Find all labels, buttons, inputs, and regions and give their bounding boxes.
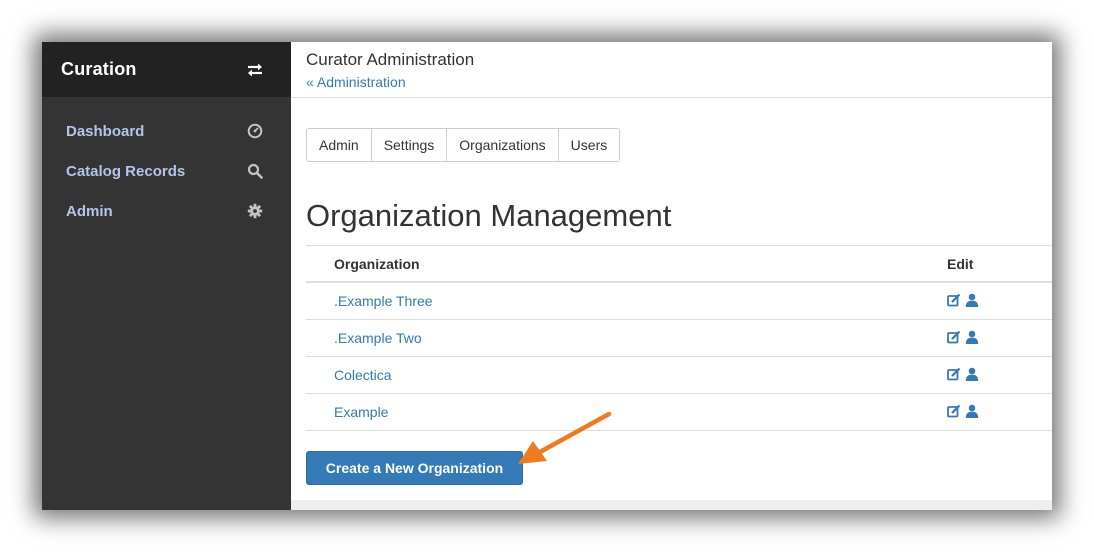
edit-icon[interactable]	[947, 367, 961, 381]
sidebar-nav: Dashboard Catalog Records Admin	[42, 97, 291, 231]
tab-admin[interactable]: Admin	[307, 129, 371, 161]
tab-users[interactable]: Users	[557, 129, 620, 161]
sidebar-item-catalog-records[interactable]: Catalog Records	[42, 151, 291, 191]
user-icon[interactable]	[965, 367, 979, 381]
header-title: Curator Administration	[306, 50, 475, 69]
row-actions	[947, 367, 979, 381]
organization-link[interactable]: .Example Three	[334, 293, 433, 309]
table-row: Example	[306, 394, 1052, 431]
edit-icon[interactable]	[947, 404, 961, 418]
search-icon	[247, 163, 263, 179]
dashboard-icon	[247, 123, 263, 139]
table-row: Colectica	[306, 357, 1052, 394]
row-actions	[947, 330, 979, 344]
footer-strip	[291, 500, 1052, 510]
organization-link[interactable]: Example	[334, 404, 388, 420]
sidebar-item-label: Dashboard	[66, 122, 145, 140]
table-row: .Example Three	[306, 283, 1052, 320]
brand-title: Curation	[61, 59, 137, 79]
edit-icon[interactable]	[947, 293, 961, 307]
table-header: Organization Edit	[306, 245, 1052, 283]
user-icon[interactable]	[965, 330, 979, 344]
tab-organizations[interactable]: Organizations	[446, 129, 558, 161]
page-title: Organization Management	[306, 198, 672, 233]
edit-icon[interactable]	[947, 330, 961, 344]
breadcrumb-administration[interactable]: « Administration	[306, 74, 406, 90]
tab-settings[interactable]: Settings	[370, 129, 447, 161]
sidebar-brand: Curation	[42, 42, 291, 97]
main-content: Curator Administration « Administration …	[291, 42, 1052, 510]
row-actions	[947, 404, 979, 418]
row-actions	[947, 293, 979, 307]
user-icon[interactable]	[965, 404, 979, 418]
sidebar-item-admin[interactable]: Admin	[42, 191, 291, 231]
sidebar-item-label: Catalog Records	[66, 162, 186, 180]
sidebar-item-dashboard[interactable]: Dashboard	[42, 111, 291, 151]
sidebar-item-label: Admin	[66, 202, 113, 220]
organization-link[interactable]: .Example Two	[334, 330, 422, 346]
create-organization-button[interactable]: Create a New Organization	[306, 451, 523, 485]
sidebar: Curation Dashboard Catalog Records Admin	[42, 42, 291, 510]
page-header: Curator Administration « Administration	[291, 42, 1052, 98]
column-header-organization: Organization	[334, 255, 420, 272]
user-icon[interactable]	[965, 293, 979, 307]
organization-link[interactable]: Colectica	[334, 367, 392, 383]
table-row: .Example Two	[306, 320, 1052, 357]
column-header-edit: Edit	[947, 255, 974, 272]
organizations-table: Organization Edit .Example Three .Exampl…	[306, 245, 1052, 431]
admin-tabs: Admin Settings Organizations Users	[306, 128, 621, 162]
swap-arrows-icon[interactable]	[245, 62, 265, 78]
app-window: Curation Dashboard Catalog Records Admin…	[42, 42, 1052, 510]
gear-icon	[247, 203, 263, 219]
